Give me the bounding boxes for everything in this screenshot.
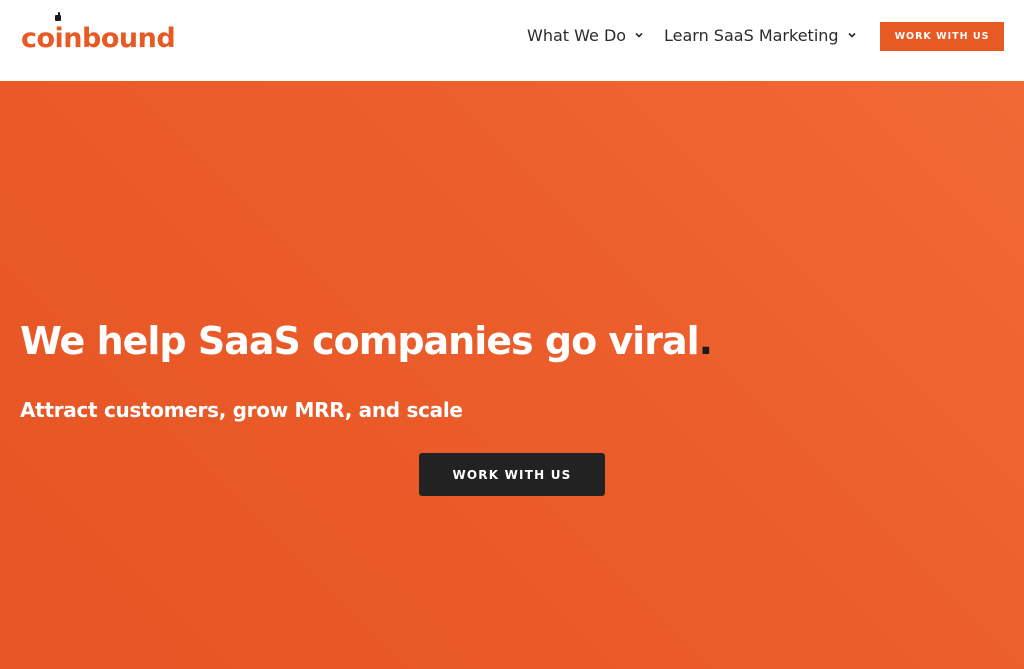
- hero-title-dot: .: [698, 319, 713, 363]
- hero-work-with-us-button[interactable]: WORK WITH US: [419, 453, 605, 496]
- header-work-with-us-button[interactable]: WORK WITH US: [880, 22, 1004, 51]
- nav-item-what-we-do[interactable]: What We Do: [527, 24, 644, 46]
- site-header: coinbound What We Do Learn SaaS Marketin…: [0, 0, 1024, 81]
- coinbound-logo[interactable]: coinbound: [21, 12, 176, 58]
- nav-item-learn-saas-marketing[interactable]: Learn SaaS Marketing: [664, 24, 857, 46]
- hero-subtitle: Attract customers, grow MRR, and scale: [20, 398, 463, 422]
- hero-title: We help SaaS companies go viral.: [20, 319, 713, 363]
- chevron-down-icon: [847, 32, 856, 38]
- nav-item-label: Learn SaaS Marketing: [664, 25, 839, 45]
- logo-hand-icon: [55, 12, 61, 21]
- chevron-down-icon: [635, 32, 643, 38]
- hero-section: We help SaaS companies go viral. Attract…: [0, 81, 1024, 669]
- hero-title-text: We help SaaS companies go viral: [20, 319, 700, 363]
- nav-item-label: What We Do: [527, 25, 627, 45]
- logo-wordmark: coinbound: [21, 22, 176, 54]
